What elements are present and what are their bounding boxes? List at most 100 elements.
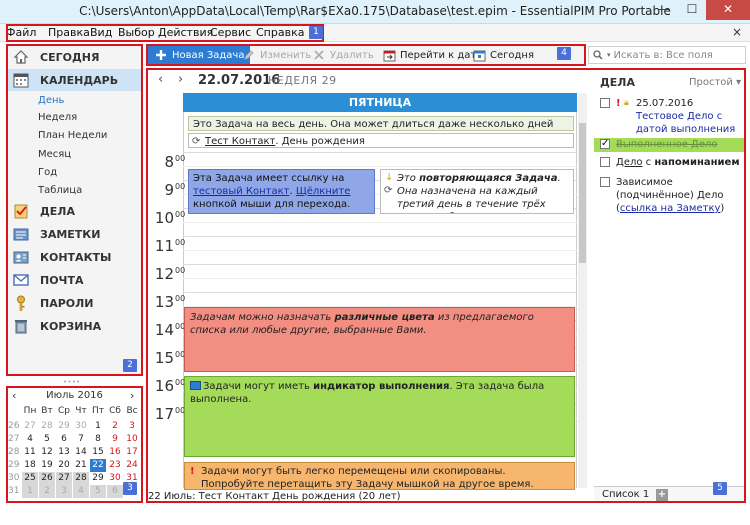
mini-day[interactable]: 26 <box>39 472 55 485</box>
nav-notes[interactable]: ЗАМЕТКИ <box>8 223 141 245</box>
task-3-link[interactable]: Дело <box>616 157 642 168</box>
all-day-area[interactable]: Это Задача на весь день. Она может длить… <box>183 112 577 152</box>
calendar-view-year[interactable]: Год <box>38 167 57 178</box>
event-contact-name[interactable]: Тест Контакт <box>205 136 275 147</box>
mini-day[interactable]: 12 <box>39 446 55 459</box>
task-item-4[interactable]: Зависимое (подчинённое) Дело (ссылка на … <box>600 176 744 214</box>
contact-link[interactable]: тестовый Контакт <box>193 186 289 197</box>
mini-day[interactable]: 4 <box>22 433 38 446</box>
next-day-button[interactable]: › <box>178 72 183 87</box>
nav-contacts[interactable]: КОНТАКТЫ <box>8 246 141 268</box>
mini-day[interactable]: 11 <box>22 446 38 459</box>
mini-day[interactable]: 8 <box>90 433 106 446</box>
mini-day[interactable]: 16 <box>107 446 123 459</box>
scrollbar-thumb[interactable] <box>579 123 586 263</box>
pane-splitter[interactable]: • • • • <box>63 378 80 386</box>
mini-day[interactable]: 3 <box>124 420 140 433</box>
menu-actions[interactable]: Действия <box>158 26 213 39</box>
menu-close-icon[interactable]: × <box>732 25 742 39</box>
task-item-1[interactable]: ! 🔒︎ 25.07.2016 Тестовое Дело с датой вы… <box>600 97 744 135</box>
calendar-view-table[interactable]: Таблица <box>38 185 82 196</box>
nav-passwords[interactable]: ПАРОЛИ <box>8 292 141 314</box>
menu-file[interactable]: Файл <box>6 26 36 39</box>
mini-day[interactable]: 24 <box>124 459 140 472</box>
delete-button[interactable]: Удалить <box>312 47 374 63</box>
task-4-checkbox[interactable] <box>600 177 610 187</box>
mini-day[interactable]: 29 <box>90 472 106 485</box>
nav-mail[interactable]: ПОЧТА <box>8 269 141 291</box>
menu-edit[interactable]: Правка <box>48 26 90 39</box>
mini-day[interactable]: 2 <box>39 485 55 498</box>
mini-day[interactable]: 30 <box>73 420 89 433</box>
task-2-checkbox[interactable] <box>600 137 610 150</box>
mini-next-month-button[interactable]: › <box>130 389 134 402</box>
mini-day[interactable]: 28 <box>39 420 55 433</box>
hour-row[interactable]: 12 00 <box>146 264 591 292</box>
calendar-view-week-plan[interactable]: План Недели <box>38 130 107 141</box>
task-3-checkbox[interactable] <box>600 157 610 167</box>
mini-day[interactable]: 6 <box>56 433 72 446</box>
mini-day[interactable]: 10 <box>124 433 140 446</box>
mini-day[interactable]: 9 <box>107 433 123 446</box>
mini-day[interactable]: 18 <box>22 459 38 472</box>
menu-tools[interactable]: Сервис <box>210 26 251 39</box>
search-input[interactable]: ▾ Искать в: Все поля <box>588 46 746 64</box>
mini-day[interactable]: 22 <box>90 459 106 472</box>
all-day-task[interactable]: Это Задача на весь день. Она может длить… <box>188 116 574 145</box>
calendar-view-month[interactable]: Месяц <box>38 149 71 160</box>
mini-day[interactable]: 5 <box>90 485 106 498</box>
close-button[interactable]: ✕ <box>706 0 750 20</box>
task-item-2[interactable]: Выполненное Дело <box>594 137 746 152</box>
calendar-view-week[interactable]: Неделя <box>38 112 77 123</box>
minimize-button[interactable]: — <box>650 0 678 20</box>
mini-day[interactable]: 7 <box>73 433 89 446</box>
completed-task-event[interactable]: Задачи могут иметь индикатор выполнения.… <box>184 376 575 457</box>
prev-day-button[interactable]: ‹ <box>158 72 163 87</box>
task-item-3[interactable]: Дело с напоминанием <box>600 156 744 170</box>
movable-task-event[interactable]: ! Задачи могут быть легко перемещены или… <box>184 462 575 490</box>
mini-day[interactable]: 25 <box>22 472 38 485</box>
mini-day[interactable]: 27 <box>56 472 72 485</box>
mini-day[interactable]: 21 <box>73 459 89 472</box>
recurring-task-event[interactable]: ↓ ⟳ Это повторяющаяся Задача. Она назнач… <box>380 169 574 214</box>
mini-day[interactable]: 6 <box>107 485 123 498</box>
mini-day[interactable]: 28 <box>73 472 89 485</box>
nav-tasks[interactable]: ДЕЛА <box>8 200 141 222</box>
mini-day[interactable]: 5 <box>39 433 55 446</box>
menu-help[interactable]: Справка <box>256 26 304 39</box>
menu-view[interactable]: Вид <box>90 26 112 39</box>
maximize-button[interactable]: ☐ <box>678 0 706 20</box>
mini-day[interactable]: 14 <box>73 446 89 459</box>
mini-day[interactable]: 15 <box>90 446 106 459</box>
mini-day[interactable]: 27 <box>22 420 38 433</box>
nav-today[interactable]: СЕГОДНЯ <box>8 46 141 68</box>
mini-day[interactable]: 30 <box>107 472 123 485</box>
tab-list-1[interactable]: Список 1 <box>602 489 649 500</box>
mini-day[interactable]: 4 <box>73 485 89 498</box>
mini-day[interactable]: 20 <box>56 459 72 472</box>
search-dropdown-icon[interactable]: ▾ <box>607 51 611 59</box>
edit-button[interactable]: Изменить <box>242 47 311 63</box>
vertical-scrollbar[interactable] <box>578 93 587 488</box>
tasks-view-dropdown[interactable]: Простой ▾ <box>689 77 741 88</box>
mini-day[interactable]: 23 <box>107 459 123 472</box>
mini-day[interactable]: 2 <box>107 420 123 433</box>
new-task-button[interactable]: Новая Задача <box>148 46 251 64</box>
mini-day[interactable]: 1 <box>22 485 38 498</box>
add-list-tab-button[interactable]: + <box>656 489 668 501</box>
colored-task-event[interactable]: Задачам можно назначать различные цвета … <box>184 307 575 372</box>
calendar-view-day[interactable]: День <box>38 95 64 106</box>
mini-day[interactable]: 17 <box>124 446 140 459</box>
today-button[interactable]: Сегодня <box>472 47 534 63</box>
mini-day[interactable]: 19 <box>39 459 55 472</box>
menu-select[interactable]: Выбор <box>118 26 155 39</box>
task-1-checkbox[interactable] <box>600 98 610 108</box>
linked-task-event[interactable]: Эта Задача имеет ссылку на тестовый Конт… <box>188 169 375 214</box>
hour-row[interactable]: 11 00 <box>146 236 591 264</box>
all-day-event[interactable]: ⟳ Тест Контакт. День рождения <box>188 133 574 148</box>
mini-day[interactable]: 3 <box>56 485 72 498</box>
click-link[interactable]: Щёлкните <box>296 186 351 197</box>
mini-day[interactable]: 1 <box>90 420 106 433</box>
note-link[interactable]: ссылка на Заметку <box>620 203 721 214</box>
mini-day[interactable]: 29 <box>56 420 72 433</box>
